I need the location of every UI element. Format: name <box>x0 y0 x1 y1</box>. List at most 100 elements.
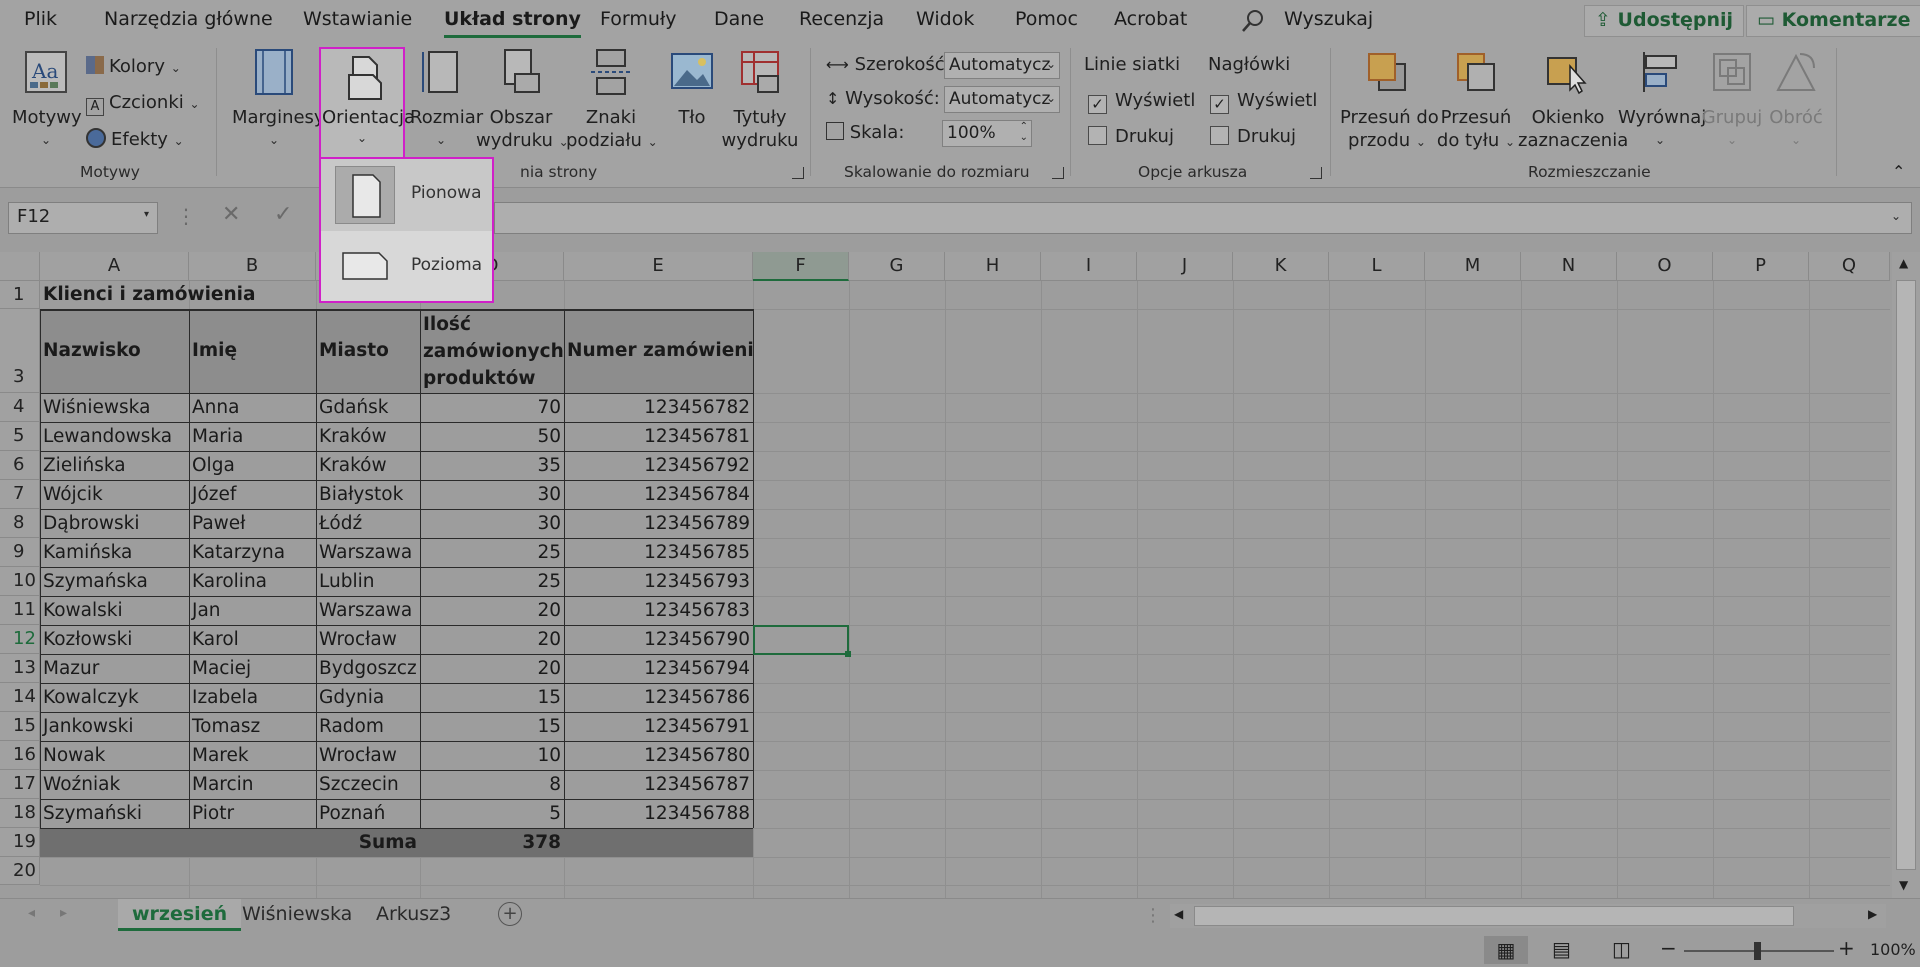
table-cell[interactable]: Kowalczyk <box>40 683 189 712</box>
send-backward-button[interactable]: Przesuń do tyłu ⌄ <box>1434 48 1518 154</box>
page-layout-view-icon[interactable]: ▤ <box>1552 937 1571 961</box>
table-cell[interactable]: 123456781 <box>564 422 753 451</box>
table-cell[interactable]: Dąbrowski <box>40 509 189 538</box>
table-cell[interactable]: Zielińska <box>40 451 189 480</box>
table-cell[interactable]: 123456792 <box>564 451 753 480</box>
rotate-button[interactable]: Obróć ⌄ <box>1764 48 1828 152</box>
tab-dane[interactable]: Dane <box>714 8 764 30</box>
headings-view-checkbox[interactable]: ✓ Wyświetl <box>1210 90 1317 114</box>
table-cell[interactable]: 25 <box>420 538 564 567</box>
marginesy-button[interactable]: Marginesy ⌄ <box>232 48 325 152</box>
rozmiar-button[interactable]: Rozmiar ⌄ <box>410 48 483 152</box>
menu-item-pionowa[interactable]: Pionowa <box>321 159 492 229</box>
table-cell[interactable]: Szymański <box>40 799 189 828</box>
column-header-b[interactable]: B <box>189 252 316 281</box>
tab-next-icon[interactable]: ▸ <box>60 905 67 921</box>
vertical-scrollbar[interactable]: ▲ ▼ <box>1892 252 1920 898</box>
zoom-slider-thumb[interactable] <box>1754 942 1761 960</box>
row-header-9[interactable]: 9 <box>0 538 40 567</box>
table-cell[interactable]: 123456788 <box>564 799 753 828</box>
table-cell[interactable]: Białystok <box>316 480 420 509</box>
tab-narzedzia-glowne[interactable]: Narzędzia główne <box>104 8 273 30</box>
table-cell[interactable]: 35 <box>420 451 564 480</box>
table-cell[interactable]: Łódź <box>316 509 420 538</box>
tab-prev-icon[interactable]: ◂ <box>28 905 35 921</box>
table-cell[interactable]: Maria <box>189 422 316 451</box>
efekty-button[interactable]: Efekty ⌄ <box>86 128 184 150</box>
gridlines-view-checkbox[interactable]: ✓ Wyświetl <box>1088 90 1195 114</box>
table-cell[interactable]: Karol <box>189 625 316 654</box>
table-cell[interactable]: Jankowski <box>40 712 189 741</box>
table-cell[interactable]: Szymańska <box>40 567 189 596</box>
row-header-20[interactable]: 20 <box>0 857 40 885</box>
spreadsheet-grid[interactable]: ABCDEFGHIJKLMNOPQ13456789101112131415161… <box>0 252 1890 898</box>
table-cell[interactable]: 5 <box>420 799 564 828</box>
row-header-10[interactable]: 10 <box>0 567 40 596</box>
column-header-k[interactable]: K <box>1233 252 1329 281</box>
table-cell[interactable]: 50 <box>420 422 564 451</box>
table-cell[interactable]: Maciej <box>189 654 316 683</box>
table-cell[interactable]: Paweł <box>189 509 316 538</box>
enter-icon[interactable]: ✓ <box>274 202 292 227</box>
table-cell[interactable]: Gdynia <box>316 683 420 712</box>
table-cell[interactable]: Radom <box>316 712 420 741</box>
tlo-button[interactable]: Tło <box>666 48 718 129</box>
table-cell[interactable]: Karolina <box>189 567 316 596</box>
table-cell[interactable]: 123456789 <box>564 509 753 538</box>
column-header-a[interactable]: A <box>40 252 189 281</box>
row-header-11[interactable]: 11 <box>0 596 40 625</box>
table-cell[interactable]: 20 <box>420 654 564 683</box>
row-header-12[interactable]: 12 <box>0 625 40 654</box>
table-cell[interactable]: Marcin <box>189 770 316 799</box>
align-button[interactable]: Wyrównaj ⌄ <box>1618 48 1706 152</box>
table-cell[interactable]: 123456794 <box>564 654 753 683</box>
table-cell[interactable]: Izabela <box>189 683 316 712</box>
table-cell[interactable]: 123456793 <box>564 567 753 596</box>
height-select[interactable]: Automatycz ⌄ <box>944 86 1060 113</box>
table-cell[interactable]: Anna <box>189 393 316 422</box>
table-cell[interactable]: 123456780 <box>564 741 753 770</box>
column-header-l[interactable]: L <box>1329 252 1425 281</box>
cancel-icon[interactable]: ✕ <box>222 202 240 227</box>
table-cell[interactable]: Olga <box>189 451 316 480</box>
table-cell[interactable]: Kraków <box>316 422 420 451</box>
table-cell[interactable]: Poznań <box>316 799 420 828</box>
row-header-15[interactable]: 15 <box>0 712 40 741</box>
scroll-left-icon[interactable]: ◀ <box>1174 907 1183 921</box>
scroll-down-icon[interactable]: ▼ <box>1899 878 1908 892</box>
row-header-8[interactable]: 8 <box>0 509 40 538</box>
row-header-17[interactable]: 17 <box>0 770 40 799</box>
table-cell[interactable]: Nowak <box>40 741 189 770</box>
table-cell[interactable]: Wiśniewska <box>40 393 189 422</box>
zoom-out-icon[interactable]: − <box>1660 936 1677 960</box>
table-cell[interactable]: 10 <box>420 741 564 770</box>
tab-widok[interactable]: Widok <box>916 8 974 30</box>
header-imie[interactable]: Imię <box>189 309 316 393</box>
scale-input[interactable]: 100% ⌃ ⌄ <box>942 120 1032 147</box>
table-cell[interactable]: Katarzyna <box>189 538 316 567</box>
hscroll-thumb[interactable] <box>1194 906 1794 926</box>
selected-cell[interactable] <box>753 625 849 655</box>
table-cell[interactable]: 15 <box>420 712 564 741</box>
row-header-3[interactable]: 3 <box>0 309 40 393</box>
zoom-in-icon[interactable]: + <box>1838 936 1855 960</box>
row-header-6[interactable]: 6 <box>0 451 40 480</box>
more-options-icon[interactable]: ⋮ <box>176 204 196 228</box>
scroll-up-icon[interactable]: ▲ <box>1899 256 1908 270</box>
name-box[interactable]: F12 ▾ <box>8 202 158 234</box>
column-header-m[interactable]: M <box>1425 252 1521 281</box>
sheet-options-dialog-launcher[interactable] <box>1310 167 1322 179</box>
sheet-tab-arkusz3[interactable]: Arkusz3 <box>362 899 465 931</box>
column-header-i[interactable]: I <box>1041 252 1137 281</box>
table-cell[interactable]: Kamińska <box>40 538 189 567</box>
kolory-button[interactable]: Kolory ⌄ <box>86 56 181 77</box>
row-header-19[interactable]: 19 <box>0 828 40 857</box>
tab-pomoc[interactable]: Pomoc <box>1015 8 1078 30</box>
table-cell[interactable]: Tomasz <box>189 712 316 741</box>
horizontal-scrollbar[interactable]: ◀ ▶ <box>1170 904 1886 928</box>
table-cell[interactable]: Warszawa <box>316 596 420 625</box>
table-cell[interactable]: Józef <box>189 480 316 509</box>
formula-input[interactable]: ⌄ <box>494 202 1912 234</box>
sheet-tab-wrzesien[interactable]: wrzesień <box>118 899 242 931</box>
column-header-e[interactable]: E <box>564 252 753 281</box>
